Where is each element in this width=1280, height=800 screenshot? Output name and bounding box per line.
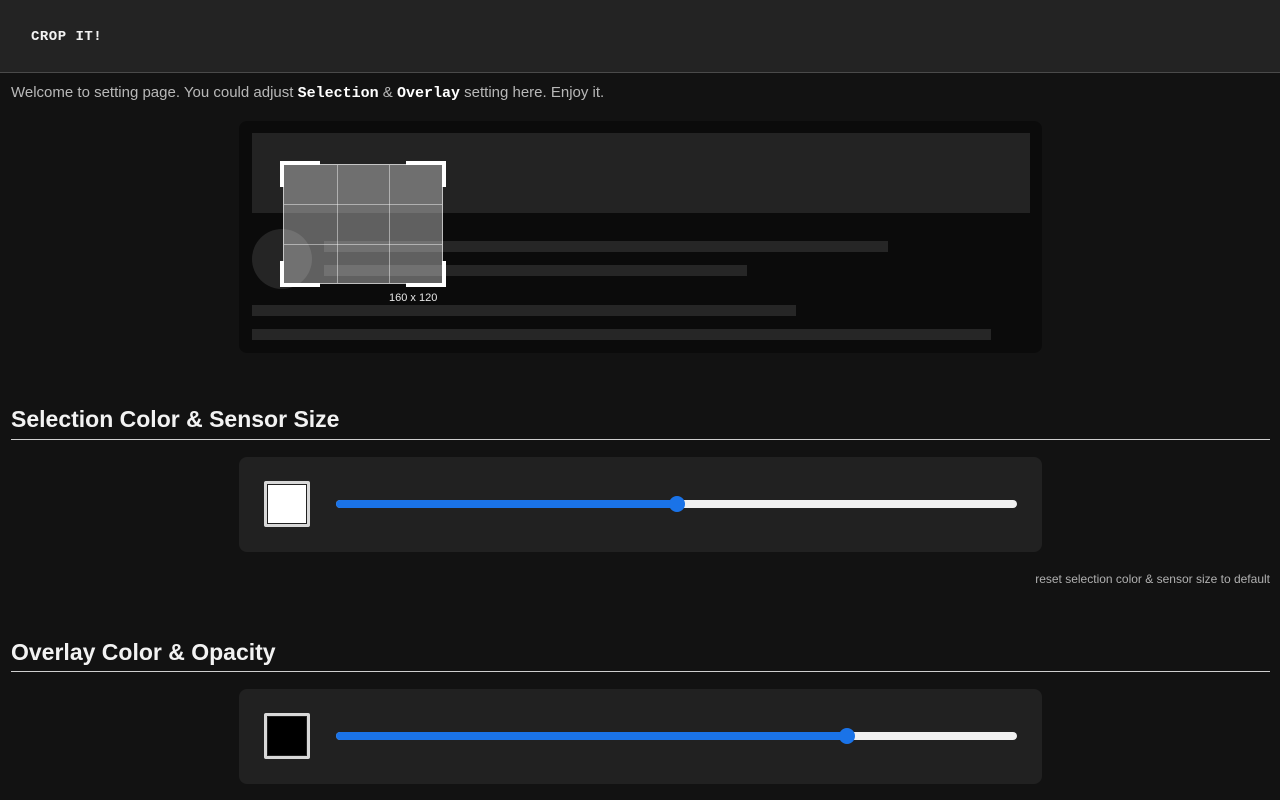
selection-color-fill bbox=[268, 485, 306, 523]
slider-fill bbox=[336, 500, 677, 508]
welcome-text: Welcome to setting page. You could adjus… bbox=[11, 84, 604, 102]
corner-handle-top-right bbox=[406, 161, 446, 187]
corner-handle-top-left bbox=[280, 161, 320, 187]
crop-selection-box bbox=[280, 161, 446, 287]
overlay-control-card bbox=[239, 689, 1042, 784]
welcome-suffix: setting here. Enjoy it. bbox=[459, 84, 605, 101]
sensor-size-slider[interactable] bbox=[336, 496, 1017, 512]
app-title: CROP IT! bbox=[31, 29, 103, 45]
overlay-color-swatch[interactable] bbox=[264, 713, 310, 759]
keyword-overlay: Overlay bbox=[396, 85, 460, 102]
keyword-selection: Selection bbox=[297, 85, 379, 102]
welcome-prefix: Welcome to setting page. You could adjus… bbox=[11, 84, 298, 101]
corner-handle-bottom-right bbox=[406, 261, 446, 287]
section-divider bbox=[11, 671, 1270, 672]
selection-preview: 160 x 120 bbox=[239, 121, 1042, 353]
selection-control-card bbox=[239, 457, 1042, 552]
slider-thumb[interactable] bbox=[668, 496, 685, 512]
corner-handle-bottom-left bbox=[280, 261, 320, 287]
preview-text-line bbox=[252, 305, 796, 316]
section-divider bbox=[11, 439, 1270, 440]
selection-size-label: 160 x 120 bbox=[389, 292, 438, 304]
overlay-section-title: Overlay Color & Opacity bbox=[11, 639, 276, 665]
welcome-amp: & bbox=[378, 84, 397, 101]
grid-line bbox=[389, 165, 391, 283]
slider-thumb[interactable] bbox=[838, 728, 855, 744]
selection-section-title: Selection Color & Sensor Size bbox=[11, 406, 340, 432]
grid-line bbox=[284, 243, 442, 245]
selection-color-swatch[interactable] bbox=[264, 481, 310, 527]
reset-selection-link[interactable]: reset selection color & sensor size to d… bbox=[1035, 572, 1270, 586]
preview-text-line bbox=[252, 329, 991, 340]
overlay-opacity-slider[interactable] bbox=[336, 728, 1017, 744]
overlay-color-fill bbox=[268, 717, 306, 755]
grid-line bbox=[284, 204, 442, 206]
top-bar: CROP IT! bbox=[0, 0, 1280, 73]
slider-fill bbox=[336, 732, 847, 740]
grid-line bbox=[336, 165, 338, 283]
